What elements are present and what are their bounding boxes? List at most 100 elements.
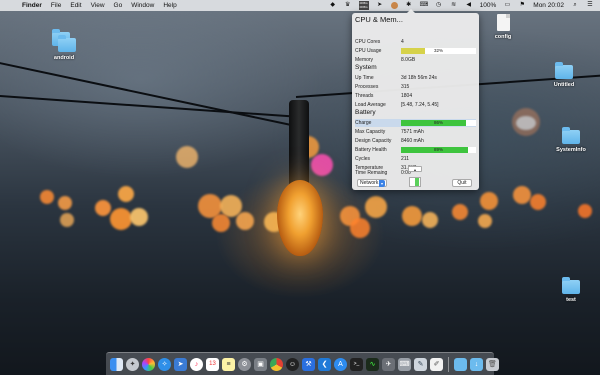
battery-percent[interactable]: 100% xyxy=(480,2,497,9)
threads-label: Threads xyxy=(355,93,374,99)
light-bulb-socket xyxy=(289,100,309,186)
battery-health-label: Battery Health xyxy=(355,147,387,153)
desktop-folder-android[interactable]: android xyxy=(44,29,84,61)
avatar-icon[interactable] xyxy=(390,2,398,9)
flag-icon[interactable]: ⚑ xyxy=(518,2,526,9)
chevron-down-icon: ▾ xyxy=(379,180,385,187)
cycles-row: Cycles 211 xyxy=(355,155,476,163)
desktop-folder-label: test xyxy=(566,297,576,303)
chrome-icon[interactable] xyxy=(270,357,283,371)
string-light-wire xyxy=(0,95,300,118)
xcode-icon[interactable]: ⚒ xyxy=(302,357,315,371)
search-icon[interactable]: ⌕ xyxy=(571,2,579,9)
wifi-icon[interactable]: ≋ xyxy=(450,2,458,9)
dock: ✦ ✧ ➤ ♪ 13 ≡ ⚙ ▣ ☺ ⚒ ❮ A >_ ∿ ✈ ⌨ ✎ ✐ ↓ … xyxy=(106,352,499,375)
popover-title: CPU & Mem... xyxy=(355,15,403,24)
threads-value: 1804 xyxy=(401,93,413,99)
menu-edit[interactable]: Edit xyxy=(70,2,81,9)
threads-row: Threads 1804 xyxy=(355,92,476,100)
vscode-icon[interactable]: ❮ xyxy=(318,357,331,371)
uptime-value: 3d 18h 56m 24s xyxy=(401,75,437,81)
cpu-cores-value: 4 xyxy=(401,39,404,45)
automator-icon[interactable]: ✈ xyxy=(382,357,395,371)
processes-label: Processes xyxy=(355,84,379,90)
string-light-wire xyxy=(0,60,304,129)
memory-label: Memory xyxy=(355,57,374,63)
cycles-value: 211 xyxy=(401,156,409,162)
safari-icon[interactable]: ✧ xyxy=(158,357,171,371)
cpu-usage-bar: 32% xyxy=(401,48,476,54)
preview-icon[interactable]: ✎ xyxy=(414,357,427,371)
folder-icon[interactable] xyxy=(454,357,467,371)
clock-icon[interactable]: ◷ xyxy=(435,2,443,9)
memory-value: 8.0GB xyxy=(401,57,416,63)
launchpad-icon[interactable]: ✦ xyxy=(126,357,139,371)
menu-window[interactable]: Window xyxy=(131,2,154,9)
pages-icon[interactable]: ✐ xyxy=(430,357,443,371)
design-capacity-label: Design Capacity xyxy=(355,138,392,144)
app-menu-finder[interactable]: Finder xyxy=(22,2,42,9)
downloads-icon[interactable]: ↓ xyxy=(470,357,483,371)
network-speed-widget[interactable]: 0KB/s 0KB/s xyxy=(358,1,369,10)
processes-value: 315 xyxy=(401,84,410,90)
send-icon[interactable]: ➤ xyxy=(174,357,187,371)
collapse-button[interactable]: ▴ xyxy=(408,166,422,172)
cpu-cores-label: CPU Cores xyxy=(355,39,381,45)
load-average-value: [5.48, 7.24, 5.45] xyxy=(401,102,439,108)
system-section-header: System xyxy=(355,64,377,71)
charge-row: Charge 86% xyxy=(355,119,476,127)
load-average-row: Load Average [5.48, 7.24, 5.45] xyxy=(355,101,476,109)
network-down-speed: 0KB/s xyxy=(359,4,368,9)
calendar-icon[interactable]: 13 xyxy=(206,357,219,371)
menu-clock[interactable]: Mon 20:02 xyxy=(533,2,564,9)
max-capacity-row: Max Capacity 7571 mAh xyxy=(355,128,476,136)
battery-health-bar: 89% xyxy=(401,147,476,153)
terminal-icon[interactable]: >_ xyxy=(350,357,363,371)
photos-icon[interactable] xyxy=(142,357,155,371)
cpu-monitor-icon[interactable]: ♛ xyxy=(344,2,352,9)
network-graph-bar xyxy=(415,178,419,186)
folder-icon xyxy=(58,35,76,52)
finder-icon[interactable] xyxy=(110,357,123,371)
load-average-label: Load Average xyxy=(355,102,386,108)
battery-health-row: Battery Health 89% xyxy=(355,146,476,154)
menu-help[interactable]: Help xyxy=(163,2,176,9)
folder-icon xyxy=(562,127,580,144)
keyboard-app-icon[interactable]: ⌨ xyxy=(398,357,411,371)
activity-monitor-icon[interactable]: ∿ xyxy=(366,357,379,371)
qq-icon[interactable]: ☺ xyxy=(286,357,299,371)
app-store-icon[interactable]: A xyxy=(334,357,347,371)
system-monitor-popover: CPU & Mem... CPU Cores 4 CPU Usage 32% M… xyxy=(352,9,479,190)
battery-section-header: Battery xyxy=(355,109,376,116)
quit-button[interactable]: Quit xyxy=(452,179,472,187)
volume-icon[interactable]: ◀ xyxy=(465,2,473,9)
menu-view[interactable]: View xyxy=(91,2,105,9)
processes-row: Processes 315 xyxy=(355,83,476,91)
trash-icon[interactable]: 🗑 xyxy=(486,357,499,371)
time-remaining-row: Time Remaing xyxy=(355,169,405,177)
menu-file[interactable]: File xyxy=(51,2,61,9)
dropbox-icon[interactable]: ◆ xyxy=(329,2,337,9)
desktop-folder-label: SystemInfo xyxy=(556,147,586,153)
location-icon[interactable]: ➤ xyxy=(376,2,384,9)
folder-icon xyxy=(562,277,580,294)
battery-icon[interactable]: ▭ xyxy=(503,2,511,9)
desktop-file-config[interactable]: config xyxy=(483,14,523,40)
system-preferences-icon[interactable]: ⚙ xyxy=(238,357,251,371)
cpu-usage-percent: 32% xyxy=(433,48,443,53)
screenshot-icon[interactable]: ▣ xyxy=(254,357,267,371)
cpu-usage-row: CPU Usage 32% xyxy=(355,47,476,55)
document-icon xyxy=(496,14,510,31)
desktop-folder-untitled[interactable]: Untitled xyxy=(544,62,584,88)
music-icon[interactable]: ♪ xyxy=(190,357,203,371)
desktop-folder-test[interactable]: test xyxy=(551,277,591,303)
desktop-folder-systeminfo[interactable]: SystemInfo xyxy=(551,127,591,153)
notes-icon[interactable]: ≡ xyxy=(222,357,235,371)
notification-center-icon[interactable]: ☰ xyxy=(586,2,594,9)
time-remaining-label: Time Remaing xyxy=(355,170,388,176)
uptime-row: Up Time 3d 18h 56m 24s xyxy=(355,74,476,82)
keyboard-icon[interactable]: ⌨ xyxy=(420,2,429,9)
network-select[interactable]: Network ▾ xyxy=(357,179,387,187)
menu-go[interactable]: Go xyxy=(114,2,123,9)
bluetooth-icon[interactable]: ✱ xyxy=(405,2,413,9)
